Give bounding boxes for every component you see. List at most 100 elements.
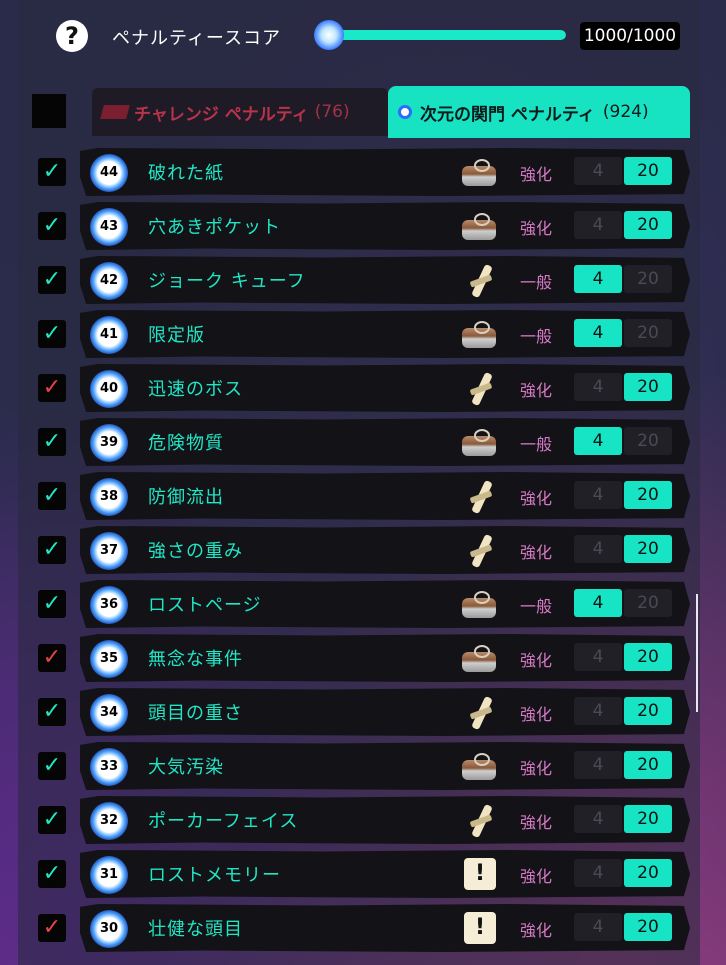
- penalty-type: 強化: [520, 219, 553, 238]
- penalty-checkbox[interactable]: ✓: [38, 158, 66, 186]
- penalty-name: 危険物質: [148, 433, 224, 454]
- penalty-type: 強化: [520, 543, 553, 562]
- penalty-row[interactable]: ✓ 30 壮健な頭目 強化 420: [0, 902, 726, 956]
- can-icon: [460, 154, 500, 192]
- level-option-4[interactable]: 4: [574, 427, 622, 455]
- penalty-row[interactable]: ✓ 44 破れた紙 強化 4 20: [0, 146, 726, 200]
- level-option-4[interactable]: 4: [574, 319, 622, 347]
- level-option-20[interactable]: 20: [624, 265, 672, 293]
- penalty-checkbox[interactable]: ✓: [38, 914, 66, 942]
- penalty-row[interactable]: ✓ 43 穴あきポケット 強化 4 20: [0, 200, 726, 254]
- penalty-row[interactable]: ✓ 40 迅速のボス 強化 4 20: [0, 362, 726, 416]
- level-option-20[interactable]: 20: [624, 535, 672, 563]
- penalty-name: ロストページ: [148, 595, 262, 616]
- level-option-20[interactable]: 20: [624, 481, 672, 509]
- level-option-20[interactable]: 20: [624, 319, 672, 347]
- penalty-type: 一般: [520, 597, 553, 616]
- level-option-4[interactable]: 4: [574, 211, 622, 239]
- penalty-checkbox[interactable]: ✓: [38, 698, 66, 726]
- penalty-row[interactable]: ✓ 41 限定版 一般 4 20: [0, 308, 726, 362]
- level-option-20[interactable]: 20: [624, 859, 672, 887]
- level-option-4[interactable]: 4: [574, 751, 622, 779]
- penalty-row[interactable]: ✓ 36 ロストページ 一般 4 20: [0, 578, 726, 632]
- penalty-type: 強化: [520, 921, 553, 940]
- penalty-checkbox[interactable]: ✓: [38, 374, 66, 402]
- level-option-4[interactable]: 4: [574, 535, 622, 563]
- penalty-row[interactable]: ✓ 37 強さの重み 強化 4 20: [0, 524, 726, 578]
- penalty-row[interactable]: ✓ 38 防御流出 強化 4 20: [0, 470, 726, 524]
- level-option-20[interactable]: 20: [624, 211, 672, 239]
- level-option-4[interactable]: 4: [574, 481, 622, 509]
- level-badge: 44: [90, 154, 128, 192]
- tab-challenge-label: チャレンジ ペナルティ: [134, 104, 309, 125]
- tab-challenge-penalty[interactable]: チャレンジ ペナルティ (76): [92, 88, 388, 136]
- penalty-checkbox[interactable]: ✓: [38, 536, 66, 564]
- penalty-checkbox[interactable]: ✓: [38, 644, 66, 672]
- penalty-type: 一般: [520, 273, 553, 292]
- penalty-row[interactable]: ✓ 42 ジョーク キューフ 一般 4 20: [0, 254, 726, 308]
- scrollbar[interactable]: [696, 594, 698, 712]
- penalty-name: 大気汚染: [148, 757, 224, 778]
- level-option-20[interactable]: 20: [624, 373, 672, 401]
- wheat-icon: [460, 262, 500, 300]
- penalty-name: 頭目の重さ: [148, 703, 243, 724]
- wheat-icon: [460, 694, 500, 732]
- level-option-4[interactable]: 4: [574, 859, 622, 887]
- penalty-row[interactable]: ✓ 32 ポーカーフェイス 強化 4 20: [0, 794, 726, 848]
- level-option-20[interactable]: 20: [624, 643, 672, 671]
- penalty-checkbox[interactable]: ✓: [38, 212, 66, 240]
- penalty-name: ポーカーフェイス: [148, 811, 299, 832]
- level-option-4[interactable]: 4: [574, 373, 622, 401]
- level-option-4[interactable]: 4: [574, 913, 622, 941]
- level-badge: 38: [90, 478, 128, 516]
- question-icon[interactable]: ?: [56, 20, 88, 52]
- penalty-score-value: 1000/1000: [580, 22, 680, 50]
- level-badge: 42: [90, 262, 128, 300]
- penalty-checkbox[interactable]: ✓: [38, 752, 66, 780]
- penalty-row[interactable]: ✓ 35 無念な事件 強化 4 20: [0, 632, 726, 686]
- penalty-checkbox[interactable]: ✓: [38, 482, 66, 510]
- penalty-score-bar: [330, 30, 566, 40]
- level-badge: 36: [90, 586, 128, 624]
- penalty-checkbox[interactable]: ✓: [38, 806, 66, 834]
- penalty-name: 限定版: [148, 325, 205, 346]
- level-option-20[interactable]: 20: [624, 751, 672, 779]
- penalty-checkbox[interactable]: ✓: [38, 590, 66, 618]
- level-option-20[interactable]: 20: [624, 589, 672, 617]
- level-badge: 37: [90, 532, 128, 570]
- alert-icon: [460, 856, 500, 894]
- penalty-checkbox[interactable]: ✓: [38, 428, 66, 456]
- penalty-score-label: ペナルティースコア: [112, 28, 282, 49]
- level-option-4[interactable]: 4: [574, 265, 622, 293]
- level-option-20[interactable]: 20: [624, 427, 672, 455]
- penalty-name: 防御流出: [148, 487, 224, 508]
- level-option-4[interactable]: 4: [574, 805, 622, 833]
- level-option-20[interactable]: 20: [624, 805, 672, 833]
- penalty-name: 無念な事件: [148, 649, 243, 670]
- tab-dimension-gate-penalty[interactable]: 次元の関門 ペナルティ (924): [388, 86, 690, 138]
- level-option-20[interactable]: 20: [624, 697, 672, 725]
- penalty-row[interactable]: ✓ 39 危険物質 一般 4 20: [0, 416, 726, 470]
- penalty-type: 強化: [520, 381, 553, 400]
- level-badge: 34: [90, 694, 128, 732]
- penalty-name: 迅速のボス: [148, 379, 243, 400]
- penalty-name: 強さの重み: [148, 541, 243, 562]
- penalty-checkbox[interactable]: ✓: [38, 860, 66, 888]
- penalty-row[interactable]: ✓ 33 大気汚染 強化 4 20: [0, 740, 726, 794]
- penalty-name: 破れた紙: [148, 163, 224, 184]
- penalty-checkbox[interactable]: ✓: [38, 320, 66, 348]
- select-all-checkbox[interactable]: [32, 94, 66, 128]
- penalty-row[interactable]: ✓ 34 頭目の重さ 強化 4 20: [0, 686, 726, 740]
- penalty-type: 強化: [520, 165, 553, 184]
- penalty-checkbox[interactable]: ✓: [38, 266, 66, 294]
- gate-orb-icon: [398, 105, 412, 119]
- level-option-20[interactable]: 20: [624, 913, 672, 941]
- wheat-icon: [460, 370, 500, 408]
- level-option-4[interactable]: 4: [574, 157, 622, 185]
- level-option-4[interactable]: 4: [574, 643, 622, 671]
- penalty-row[interactable]: ✓ 31 ロストメモリー 強化 420: [0, 848, 726, 902]
- level-badge: 33: [90, 748, 128, 786]
- level-option-20[interactable]: 20: [624, 157, 672, 185]
- level-option-4[interactable]: 4: [574, 697, 622, 725]
- level-option-4[interactable]: 4: [574, 589, 622, 617]
